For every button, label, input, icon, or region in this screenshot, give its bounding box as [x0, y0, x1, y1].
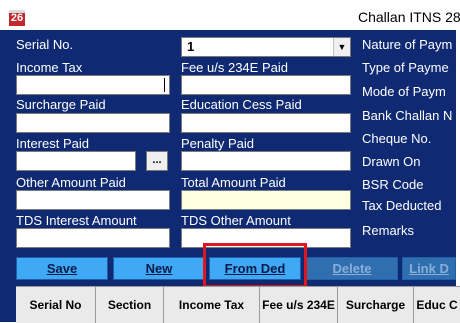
link-ded-button: Link D: [402, 257, 456, 280]
tds-other-label: TDS Other Amount: [181, 213, 291, 228]
column-income-tax[interactable]: Income Tax: [164, 287, 260, 323]
interest-input[interactable]: [16, 151, 136, 171]
column-surcharge[interactable]: Surcharge: [338, 287, 414, 323]
fee-234e-input[interactable]: [181, 75, 351, 95]
column-serial-no[interactable]: Serial No: [16, 287, 96, 323]
window-right-edge: [456, 30, 460, 322]
total-amount-input[interactable]: [181, 190, 351, 210]
other-amount-label: Other Amount Paid: [16, 175, 126, 190]
education-cess-input[interactable]: [181, 113, 351, 133]
tds-interest-label: TDS Interest Amount: [16, 213, 137, 228]
tds-interest-input[interactable]: [16, 228, 170, 248]
education-cess-label: Education Cess Paid: [181, 97, 302, 112]
total-amount-label: Total Amount Paid: [181, 175, 286, 190]
bsr-code-label: BSR Code: [362, 177, 424, 192]
delete-button: Delete: [306, 257, 398, 280]
from-ded-highlight: [203, 243, 307, 288]
surcharge-label: Surcharge Paid: [16, 97, 106, 112]
income-tax-label: Income Tax: [16, 60, 83, 75]
interest-label: Interest Paid: [16, 136, 89, 151]
income-tax-input[interactable]: [16, 75, 170, 95]
chevron-down-icon[interactable]: ▼: [333, 38, 350, 56]
other-amount-input[interactable]: [16, 190, 170, 210]
bank-challan-label: Bank Challan N: [362, 108, 453, 123]
challan-table-header: Serial No Section Income Tax Fee u/s 234…: [16, 286, 460, 323]
penalty-label: Penalty Paid: [181, 136, 254, 151]
drawn-on-label: Drawn On: [362, 154, 421, 169]
fee-234e-label: Fee u/s 234E Paid: [181, 60, 288, 75]
remarks-label: Remarks: [362, 223, 415, 238]
surcharge-input[interactable]: [16, 113, 170, 133]
type-of-payment-label: Type of Payme: [362, 60, 449, 75]
cheque-no-label: Cheque No.: [362, 131, 432, 146]
serial-no-select[interactable]: 1 ▼: [181, 37, 351, 57]
nature-of-payment-label: Nature of Paym: [362, 37, 453, 52]
column-education-cess[interactable]: Educ C: [414, 287, 460, 323]
title-bar: 26 Challan ITNS 28: [0, 0, 460, 31]
tax-deducted-label: Tax Deducted: [362, 198, 442, 213]
serial-no-value: 1: [187, 39, 195, 54]
interest-browse-button[interactable]: ...: [146, 151, 168, 171]
app-calendar-icon: 26: [9, 10, 25, 26]
save-button[interactable]: Save: [16, 257, 108, 280]
window-title: Challan ITNS 28: [358, 9, 460, 25]
text-caret: [164, 78, 165, 92]
penalty-input[interactable]: [181, 151, 351, 171]
column-fee-234e[interactable]: Fee u/s 234E: [260, 287, 338, 323]
serial-no-label: Serial No.: [16, 37, 74, 52]
app-icon-text: 26: [10, 12, 24, 24]
new-button[interactable]: New: [113, 257, 205, 280]
column-section[interactable]: Section: [96, 287, 164, 323]
mode-of-payment-label: Mode of Paym: [362, 84, 446, 99]
